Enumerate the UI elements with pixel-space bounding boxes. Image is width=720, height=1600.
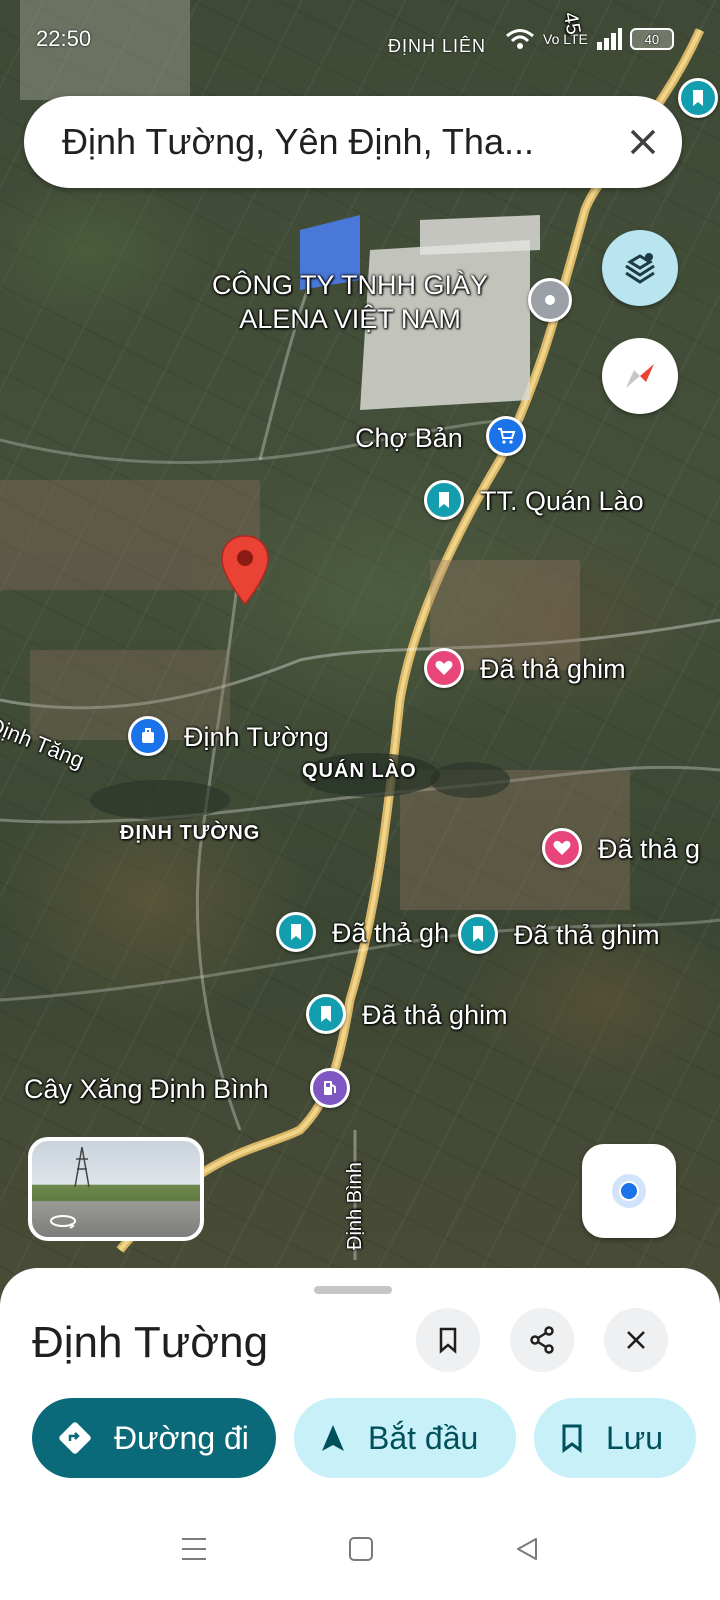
pinned-label-1: Đã thả ghim bbox=[480, 654, 626, 684]
pinned-label-2: Đã thả g bbox=[598, 834, 701, 864]
battery-icon: 40 bbox=[629, 28, 674, 50]
menu-icon[interactable] bbox=[180, 1536, 208, 1562]
directions-icon bbox=[58, 1421, 92, 1455]
road-label-45: 45 bbox=[558, 10, 585, 37]
back-triangle-icon[interactable] bbox=[514, 1536, 540, 1562]
status-carrier: ĐỊNH LIÊN bbox=[388, 36, 487, 56]
search-bar[interactable]: Định Tường, Yên Định, Tha... bbox=[24, 96, 682, 188]
my-location-button[interactable] bbox=[582, 1144, 676, 1238]
clear-search-button[interactable] bbox=[604, 103, 682, 181]
close-icon bbox=[630, 129, 656, 155]
wifi-icon bbox=[506, 29, 534, 49]
start-button[interactable]: Bắt đầu bbox=[294, 1398, 516, 1478]
status-icons: Vo LTE 40 bbox=[505, 28, 674, 50]
save-label: Lưu bbox=[606, 1419, 664, 1456]
dinh-tuong-area-label: ĐỊNH TƯỜNG bbox=[120, 822, 261, 844]
layers-button[interactable] bbox=[602, 230, 678, 306]
dinh-binh-road-label: Định Bình bbox=[344, 1162, 366, 1250]
saved-heart-pin-1[interactable] bbox=[424, 648, 464, 688]
share-button[interactable] bbox=[510, 1308, 574, 1372]
company-label-line1: CÔNG TY TNHH GIÀY bbox=[212, 270, 489, 300]
bookmark-outline-icon bbox=[560, 1423, 584, 1453]
pylon-icon bbox=[74, 1147, 90, 1187]
status-time: 22:50 bbox=[36, 26, 92, 51]
start-label: Bắt đầu bbox=[368, 1419, 479, 1456]
status-bar: 22:50 ĐỊNH LIÊN Vo LTE 40 bbox=[0, 0, 720, 80]
bookmark-icon bbox=[291, 924, 301, 940]
directions-button[interactable]: Đường đi bbox=[32, 1398, 276, 1478]
company-pin[interactable] bbox=[528, 278, 572, 322]
share-icon bbox=[530, 1326, 554, 1354]
place-dot-icon bbox=[545, 295, 555, 305]
compass-button[interactable] bbox=[602, 338, 678, 414]
gas-station-pin[interactable] bbox=[310, 1068, 350, 1108]
battery-level: 40 bbox=[644, 31, 660, 47]
heart-icon bbox=[435, 660, 453, 675]
bookmark-icon bbox=[693, 90, 703, 106]
pinned-label-4: Đã thả ghim bbox=[514, 920, 660, 950]
company-label: CÔNG TY TNHH GIÀY ALENA VIỆT NAM bbox=[212, 268, 488, 336]
home-square-icon[interactable] bbox=[348, 1536, 374, 1562]
rotate-360-icon bbox=[50, 1215, 76, 1229]
place-bottom-sheet[interactable]: Định Tường Đường đi Bắt đầu Lưu bbox=[0, 1268, 720, 1600]
save-button[interactable]: Lưu bbox=[534, 1398, 696, 1478]
bookmark-icon bbox=[321, 1006, 331, 1022]
fuel-icon bbox=[324, 1081, 336, 1095]
search-query[interactable]: Định Tường, Yên Định, Tha... bbox=[24, 121, 604, 163]
bookmark-icon bbox=[473, 926, 483, 942]
briefcase-icon bbox=[142, 728, 154, 743]
bookmark-icon bbox=[439, 492, 449, 508]
quan-lao-area-label: QUÁN LÀO bbox=[302, 760, 417, 782]
dinh-tuong-pin[interactable] bbox=[128, 716, 168, 756]
sheet-drag-handle[interactable] bbox=[314, 1286, 392, 1294]
bookmark-pin-4[interactable] bbox=[458, 914, 498, 954]
market-pin[interactable] bbox=[486, 416, 526, 456]
directions-label: Đường đi bbox=[114, 1419, 249, 1456]
system-nav-bar bbox=[0, 1498, 720, 1600]
signal-icon bbox=[596, 28, 622, 50]
saved-heart-pin-2[interactable] bbox=[542, 828, 582, 868]
map-view[interactable]: 22:50 ĐỊNH LIÊN Vo LTE 40 45 Định Tường,… bbox=[0, 0, 720, 1310]
place-title: Định Tường bbox=[32, 1318, 269, 1367]
dinh-tuong-place-label: Định Tường bbox=[184, 722, 329, 752]
street-view-thumbnail[interactable] bbox=[28, 1137, 204, 1241]
bookmark-pin-topright[interactable] bbox=[678, 78, 718, 118]
gas-station-label: Cây Xăng Định Bình bbox=[24, 1074, 269, 1104]
compass-icon bbox=[626, 364, 654, 388]
shopping-cart-icon bbox=[498, 428, 516, 444]
company-label-line2: ALENA VIỆT NAM bbox=[239, 304, 461, 334]
layers-icon bbox=[625, 253, 655, 284]
tt-quan-lao-label: TT. Quán Lào bbox=[480, 486, 644, 516]
close-icon bbox=[627, 1331, 645, 1349]
tt-quan-lao-pin[interactable] bbox=[424, 480, 464, 520]
pinned-label-3: Đã thả gh bbox=[332, 918, 450, 948]
selected-location-pin[interactable] bbox=[220, 534, 270, 606]
bookmark-outline-icon bbox=[439, 1327, 457, 1354]
my-location-icon bbox=[612, 1174, 646, 1208]
pinned-label-5: Đã thả ghim bbox=[362, 1000, 508, 1030]
close-sheet-button[interactable] bbox=[604, 1308, 668, 1372]
cho-ban-label: Chợ Bản bbox=[355, 423, 463, 453]
heart-icon bbox=[553, 840, 571, 855]
save-bookmark-button[interactable] bbox=[416, 1308, 480, 1372]
bookmark-pin-3[interactable] bbox=[276, 912, 316, 952]
navigation-arrow-icon bbox=[320, 1423, 346, 1453]
bookmark-pin-5[interactable] bbox=[306, 994, 346, 1034]
